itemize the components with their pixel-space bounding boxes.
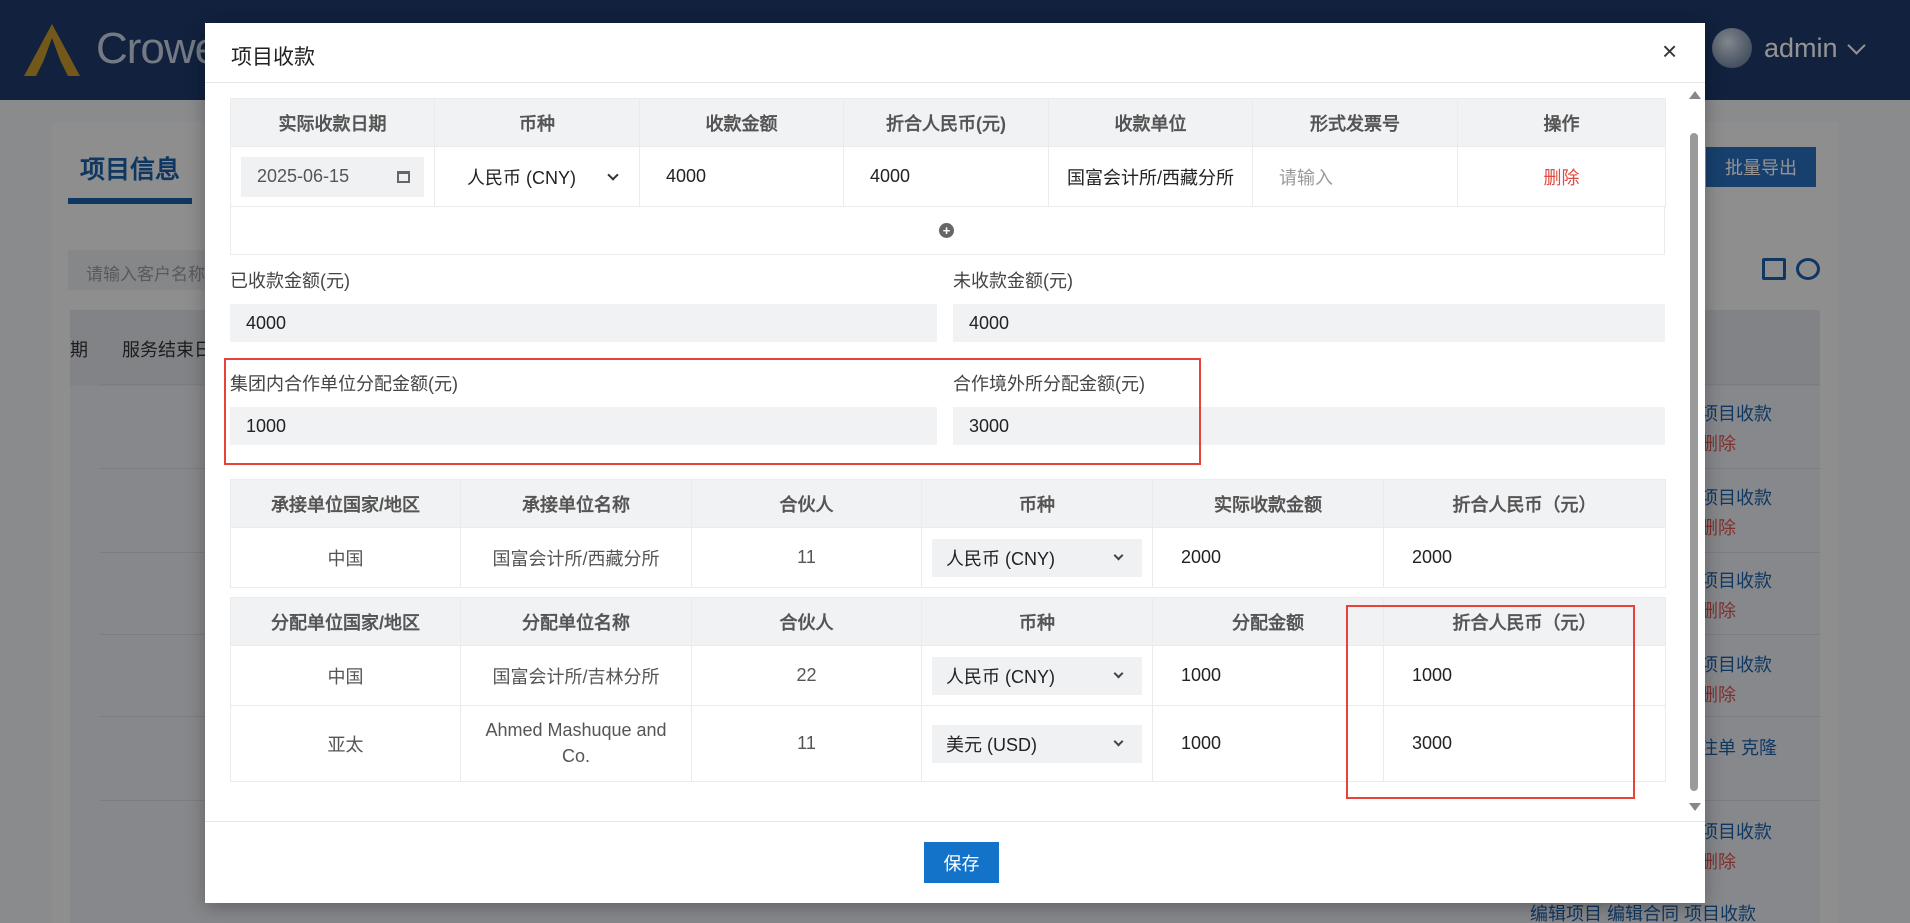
modal-header: 项目收款 ×: [205, 23, 1705, 83]
column-header: 承接单位名称: [460, 479, 692, 528]
rmb-amount-input[interactable]: 4000: [843, 146, 1049, 207]
column-header: 收款单位: [1048, 98, 1253, 147]
currency-value: 人民币 (CNY): [946, 548, 1055, 569]
add-row-area: +: [230, 207, 1665, 255]
chevron-down-icon: [1113, 736, 1124, 747]
column-header: 实际收款金额: [1152, 479, 1384, 528]
currency-value: 美元 (USD): [946, 734, 1037, 755]
column-header: 币种: [434, 98, 640, 147]
column-header: 折合人民币(元): [843, 98, 1049, 147]
column-header: 分配单位国家/地区: [230, 597, 461, 646]
currency-select[interactable]: 人民币 (CNY): [932, 538, 1142, 577]
column-header: 币种: [921, 479, 1153, 528]
highlight-box: [224, 358, 1201, 465]
modal-title: 项目收款: [231, 46, 315, 69]
table-row: 2025-06-15 人民币 (CNY) 4000 4000 国富会计所/西藏分…: [230, 146, 1666, 207]
column-header: 实际收款日期: [230, 98, 435, 147]
add-circle-icon[interactable]: +: [939, 223, 954, 238]
invoice-number-input[interactable]: 请输入: [1252, 146, 1458, 207]
modal-footer: 保存: [205, 821, 1705, 903]
column-header: 操作: [1457, 98, 1666, 147]
partner-cell: 22: [691, 645, 922, 706]
rmb-amount-input[interactable]: 2000: [1383, 527, 1666, 588]
received-amount-field[interactable]: 4000: [230, 304, 937, 342]
calendar-icon: [397, 170, 410, 183]
currency-value: 人民币 (CNY): [467, 167, 576, 188]
received-amount-label: 已收款金额(元): [230, 271, 350, 291]
receipt-date-value: 2025-06-15: [257, 166, 350, 186]
column-header: 承接单位国家/地区: [230, 479, 461, 528]
currency-select[interactable]: 人民币 (CNY): [435, 164, 639, 190]
vertical-scrollbar[interactable]: [1687, 83, 1701, 821]
undertaking-unit-table: 承接单位国家/地区 承接单位名称 合伙人 币种 实际收款金额 折合人民币（元） …: [230, 479, 1666, 588]
column-header: 形式发票号: [1252, 98, 1458, 147]
column-header: 折合人民币（元）: [1383, 479, 1666, 528]
receiving-unit-select[interactable]: 国富会计所/西藏分所: [1049, 164, 1252, 190]
receipt-date-picker[interactable]: 2025-06-15: [241, 156, 424, 197]
table-header-row: 承接单位国家/地区 承接单位名称 合伙人 币种 实际收款金额 折合人民币（元）: [230, 479, 1666, 528]
currency-value: 人民币 (CNY): [946, 666, 1055, 687]
scroll-thumb[interactable]: [1690, 133, 1698, 791]
currency-select[interactable]: 人民币 (CNY): [932, 656, 1142, 695]
partner-cell: 11: [691, 705, 922, 782]
column-header: 合伙人: [691, 479, 922, 528]
unit-name-cell: 国富会计所/西藏分所: [460, 527, 692, 588]
column-header: 收款金额: [639, 98, 844, 147]
country-cell: 中国: [230, 645, 461, 706]
close-icon[interactable]: ×: [1662, 36, 1677, 67]
column-header: 币种: [921, 597, 1153, 646]
modal-body: 实际收款日期 币种 收款金额 折合人民币(元) 收款单位 形式发票号 操作 20…: [205, 83, 1705, 821]
currency-select[interactable]: 美元 (USD): [932, 724, 1142, 763]
save-button[interactable]: 保存: [924, 842, 999, 883]
chevron-down-icon: [1113, 668, 1124, 679]
chevron-down-icon: [607, 168, 619, 181]
chevron-down-icon: [1113, 550, 1124, 561]
table-row: 中国 国富会计所/西藏分所 11 人民币 (CNY) 2000 2000: [230, 527, 1666, 588]
column-header: 分配单位名称: [460, 597, 692, 646]
scroll-up-icon[interactable]: [1689, 91, 1701, 99]
country-cell: 中国: [230, 527, 461, 588]
unreceived-amount-field[interactable]: 4000: [953, 304, 1665, 342]
unit-name-cell: 国富会计所/吉林分所: [460, 645, 692, 706]
table-header-row: 实际收款日期 币种 收款金额 折合人民币(元) 收款单位 形式发票号 操作: [230, 98, 1666, 147]
column-header: 合伙人: [691, 597, 922, 646]
partner-cell: 11: [691, 527, 922, 588]
project-receipt-modal: 项目收款 × 实际收款日期 币种 收款金额 折合人民币(元) 收款单位 形式发票…: [205, 23, 1705, 903]
amount-input[interactable]: 4000: [639, 146, 844, 207]
receipt-table: 实际收款日期 币种 收款金额 折合人民币(元) 收款单位 形式发票号 操作 20…: [230, 98, 1666, 207]
unreceived-amount-label: 未收款金额(元): [953, 271, 1073, 291]
actual-amount-input[interactable]: 2000: [1152, 527, 1384, 588]
unit-name-cell: Ahmed Mashuque and Co.: [460, 705, 692, 782]
scroll-down-icon[interactable]: [1689, 803, 1701, 811]
country-cell: 亚太: [230, 705, 461, 782]
highlight-box: [1346, 605, 1635, 799]
delete-row-button[interactable]: 删除: [1544, 168, 1580, 188]
